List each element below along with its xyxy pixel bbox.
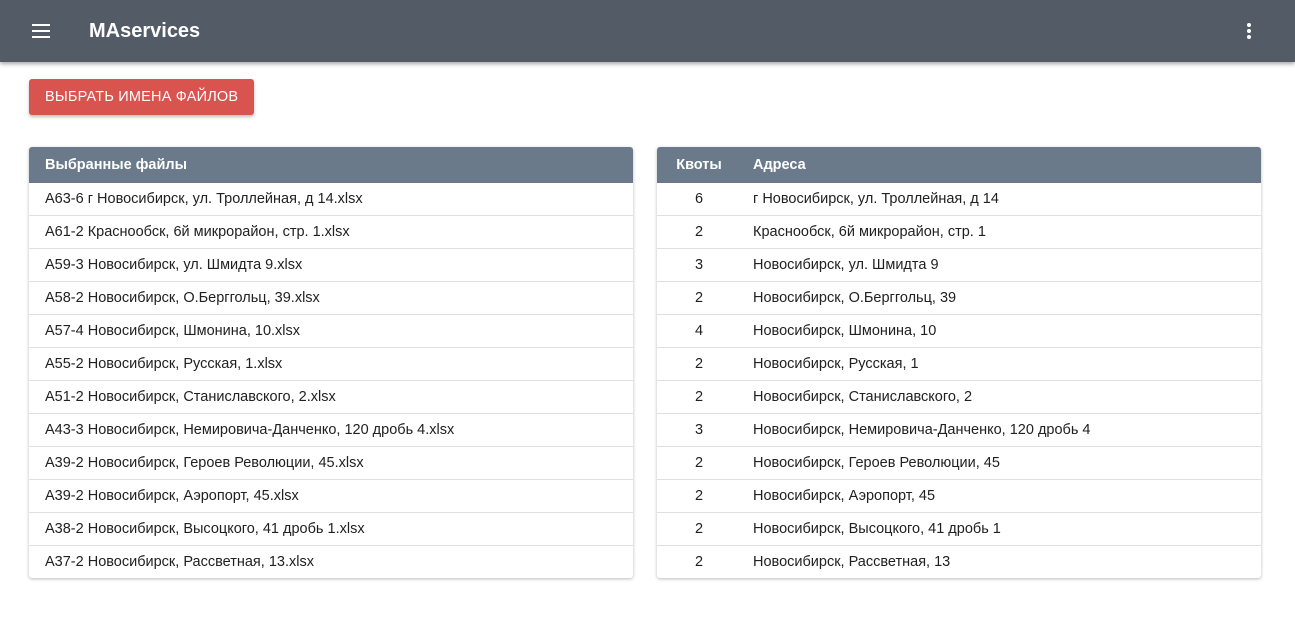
file-name-cell: А38-2 Новосибирск, Высоцкого, 41 дробь 1…: [29, 512, 633, 546]
quota-cell: 6: [694, 191, 704, 207]
quota-address-card: Квоты Адреса 6 г Новосибирск, ул. Троллей…: [657, 147, 1261, 578]
quota-cell: 4: [657, 314, 733, 348]
address-cell: Новосибирск, Шмонина, 10: [733, 314, 1261, 348]
table-header-row: Квоты Адреса: [657, 147, 1261, 183]
hamburger-menu-icon[interactable]: [22, 11, 62, 51]
file-name-cell: А58-2 Новосибирск, О.Берггольц, 39.xlsx: [29, 281, 633, 315]
table-row[interactable]: 2 Новосибирск, О.Берггольц, 39: [657, 281, 1261, 315]
table-row[interactable]: 6 г Новосибирск, ул. Троллейная, д 14: [657, 183, 1261, 216]
selected-files-card: Выбранные файлы А63-6 г Новосибирск, ул.…: [29, 147, 633, 578]
table-row[interactable]: 4 Новосибирск, Шмонина, 10: [657, 314, 1261, 348]
more-vertical-icon[interactable]: [1232, 11, 1266, 51]
quota-cell: 3: [657, 248, 733, 282]
address-cell: Новосибирск, Станиславского, 2: [733, 380, 1261, 414]
file-name-cell: А63-6 г Новосибирск, ул. Троллейная, д 1…: [45, 191, 363, 207]
file-name-cell: А61-2 Краснообск, 6й микрорайон, стр. 1.…: [29, 215, 633, 249]
table-row[interactable]: А38-2 Новосибирск, Высоцкого, 41 дробь 1…: [29, 512, 633, 546]
address-cell: Новосибирск, Высоцкого, 41 дробь 1: [733, 512, 1261, 546]
quota-header: Квоты: [657, 147, 733, 183]
address-cell: Новосибирск, Героев Революции, 45: [733, 446, 1261, 480]
address-cell: Новосибирск, О.Берггольц, 39: [733, 281, 1261, 315]
quota-cell: 2: [657, 215, 733, 249]
table-row[interactable]: А43-3 Новосибирск, Немировича-Данченко, …: [29, 413, 633, 447]
table-row[interactable]: А51-2 Новосибирск, Станиславского, 2.xls…: [29, 380, 633, 414]
table-row[interactable]: А59-3 Новосибирск, ул. Шмидта 9.xlsx: [29, 248, 633, 282]
table-row[interactable]: А58-2 Новосибирск, О.Берггольц, 39.xlsx: [29, 281, 633, 315]
address-header: Адреса: [733, 147, 1261, 183]
pick-file-names-button[interactable]: ВЫБРАТЬ ИМЕНА ФАЙЛОВ: [29, 79, 255, 115]
table-row[interactable]: А37-2 Новосибирск, Рассветная, 13.xlsx: [29, 545, 633, 578]
table-row[interactable]: 2 Новосибирск, Высоцкого, 41 дробь 1: [657, 512, 1261, 546]
table-row[interactable]: А63-6 г Новосибирск, ул. Троллейная, д 1…: [29, 183, 633, 216]
app-bar: MAservices: [0, 0, 1295, 62]
app-title: MAservices: [89, 20, 201, 42]
table-row[interactable]: 2 Новосибирск, Русская, 1: [657, 347, 1261, 381]
table-row[interactable]: А61-2 Краснообск, 6й микрорайон, стр. 1.…: [29, 215, 633, 249]
table-row[interactable]: 2 Новосибирск, Героев Революции, 45: [657, 446, 1261, 480]
table-row[interactable]: 2 Новосибирск, Станиславского, 2: [657, 380, 1261, 414]
table-row[interactable]: А55-2 Новосибирск, Русская, 1.xlsx: [29, 347, 633, 381]
address-cell: Новосибирск, Аэропорт, 45: [733, 479, 1261, 513]
address-cell: Новосибирск, ул. Шмидта 9: [733, 248, 1261, 282]
quota-cell: 2: [657, 512, 733, 546]
quota-cell: 2: [657, 545, 733, 578]
table-row[interactable]: А39-2 Новосибирск, Аэропорт, 45.xlsx: [29, 479, 633, 513]
file-name-cell: А39-2 Новосибирск, Аэропорт, 45.xlsx: [29, 479, 633, 513]
table-header-row: Выбранные файлы: [29, 147, 633, 183]
address-cell: Новосибирск, Рассветная, 13: [733, 545, 1261, 578]
quota-cell: 3: [657, 413, 733, 447]
quota-cell: 2: [657, 347, 733, 381]
table-row[interactable]: 3 Новосибирск, Немировича-Данченко, 120 д…: [657, 413, 1261, 447]
address-cell: Новосибирск, Русская, 1: [733, 347, 1261, 381]
selected-files-table: Выбранные файлы А63-6 г Новосибирск, ул.…: [29, 147, 633, 578]
file-name-cell: А57-4 Новосибирск, Шмонина, 10.xlsx: [29, 314, 633, 348]
table-row[interactable]: 3 Новосибирск, ул. Шмидта 9: [657, 248, 1261, 282]
quota-cell: 2: [657, 281, 733, 315]
address-cell: Новосибирск, Немировича-Данченко, 120 др…: [733, 413, 1261, 447]
quota-address-table: Квоты Адреса 6 г Новосибирск, ул. Троллей…: [657, 147, 1261, 578]
table-row[interactable]: А39-2 Новосибирск, Героев Революции, 45.…: [29, 446, 633, 480]
address-cell: г Новосибирск, ул. Троллейная, д 14: [753, 191, 999, 207]
file-name-cell: А39-2 Новосибирск, Героев Революции, 45.…: [29, 446, 633, 480]
table-row[interactable]: 2 Новосибирск, Рассветная, 13: [657, 545, 1261, 578]
file-name-cell: А59-3 Новосибирск, ул. Шмидта 9.xlsx: [29, 248, 633, 282]
quota-cell: 2: [657, 446, 733, 480]
quota-cell: 2: [657, 479, 733, 513]
file-name-cell: А55-2 Новосибирск, Русская, 1.xlsx: [29, 347, 633, 381]
selected-files-header: Выбранные файлы: [29, 147, 633, 183]
address-cell: Краснообск, 6й микрорайон, стр. 1: [733, 215, 1261, 249]
quota-cell: 2: [657, 380, 733, 414]
file-name-cell: А43-3 Новосибирск, Немировича-Данченко, …: [29, 413, 633, 447]
file-name-cell: А37-2 Новосибирск, Рассветная, 13.xlsx: [29, 545, 633, 578]
table-row[interactable]: А57-4 Новосибирск, Шмонина, 10.xlsx: [29, 314, 633, 348]
file-name-cell: А51-2 Новосибирск, Станиславского, 2.xls…: [29, 380, 633, 414]
table-row[interactable]: 2 Краснообск, 6й микрорайон, стр. 1: [657, 215, 1261, 249]
table-row[interactable]: 2 Новосибирск, Аэропорт, 45: [657, 479, 1261, 513]
